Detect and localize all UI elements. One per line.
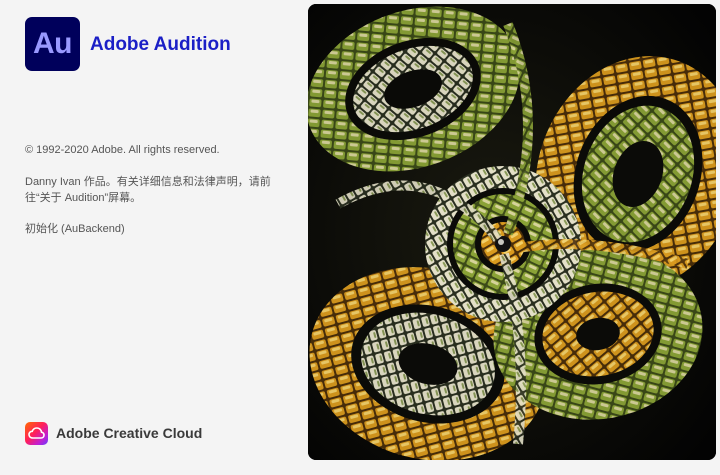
info-panel: Au Adobe Audition © 1992-2020 Adobe. All…	[0, 0, 300, 475]
creative-cloud-icon	[25, 421, 48, 445]
splash-artwork	[308, 4, 716, 460]
audition-logo-icon: Au	[25, 17, 80, 71]
creative-cloud-branding: Adobe Creative Cloud	[25, 421, 202, 445]
loading-status: 初始化 (AuBackend)	[25, 223, 125, 235]
app-title: Adobe Audition	[90, 34, 231, 55]
copyright-text: © 1992-2020 Adobe. All rights reserved.	[25, 144, 220, 156]
fractal-artwork-image	[308, 4, 716, 460]
creative-cloud-label: Adobe Creative Cloud	[56, 425, 203, 441]
splash-screen: Au Adobe Audition © 1992-2020 Adobe. All…	[0, 0, 720, 475]
credits-text: Danny Ivan 作品。有关详细信息和法律声明，请前往“关于 Auditio…	[25, 176, 271, 204]
